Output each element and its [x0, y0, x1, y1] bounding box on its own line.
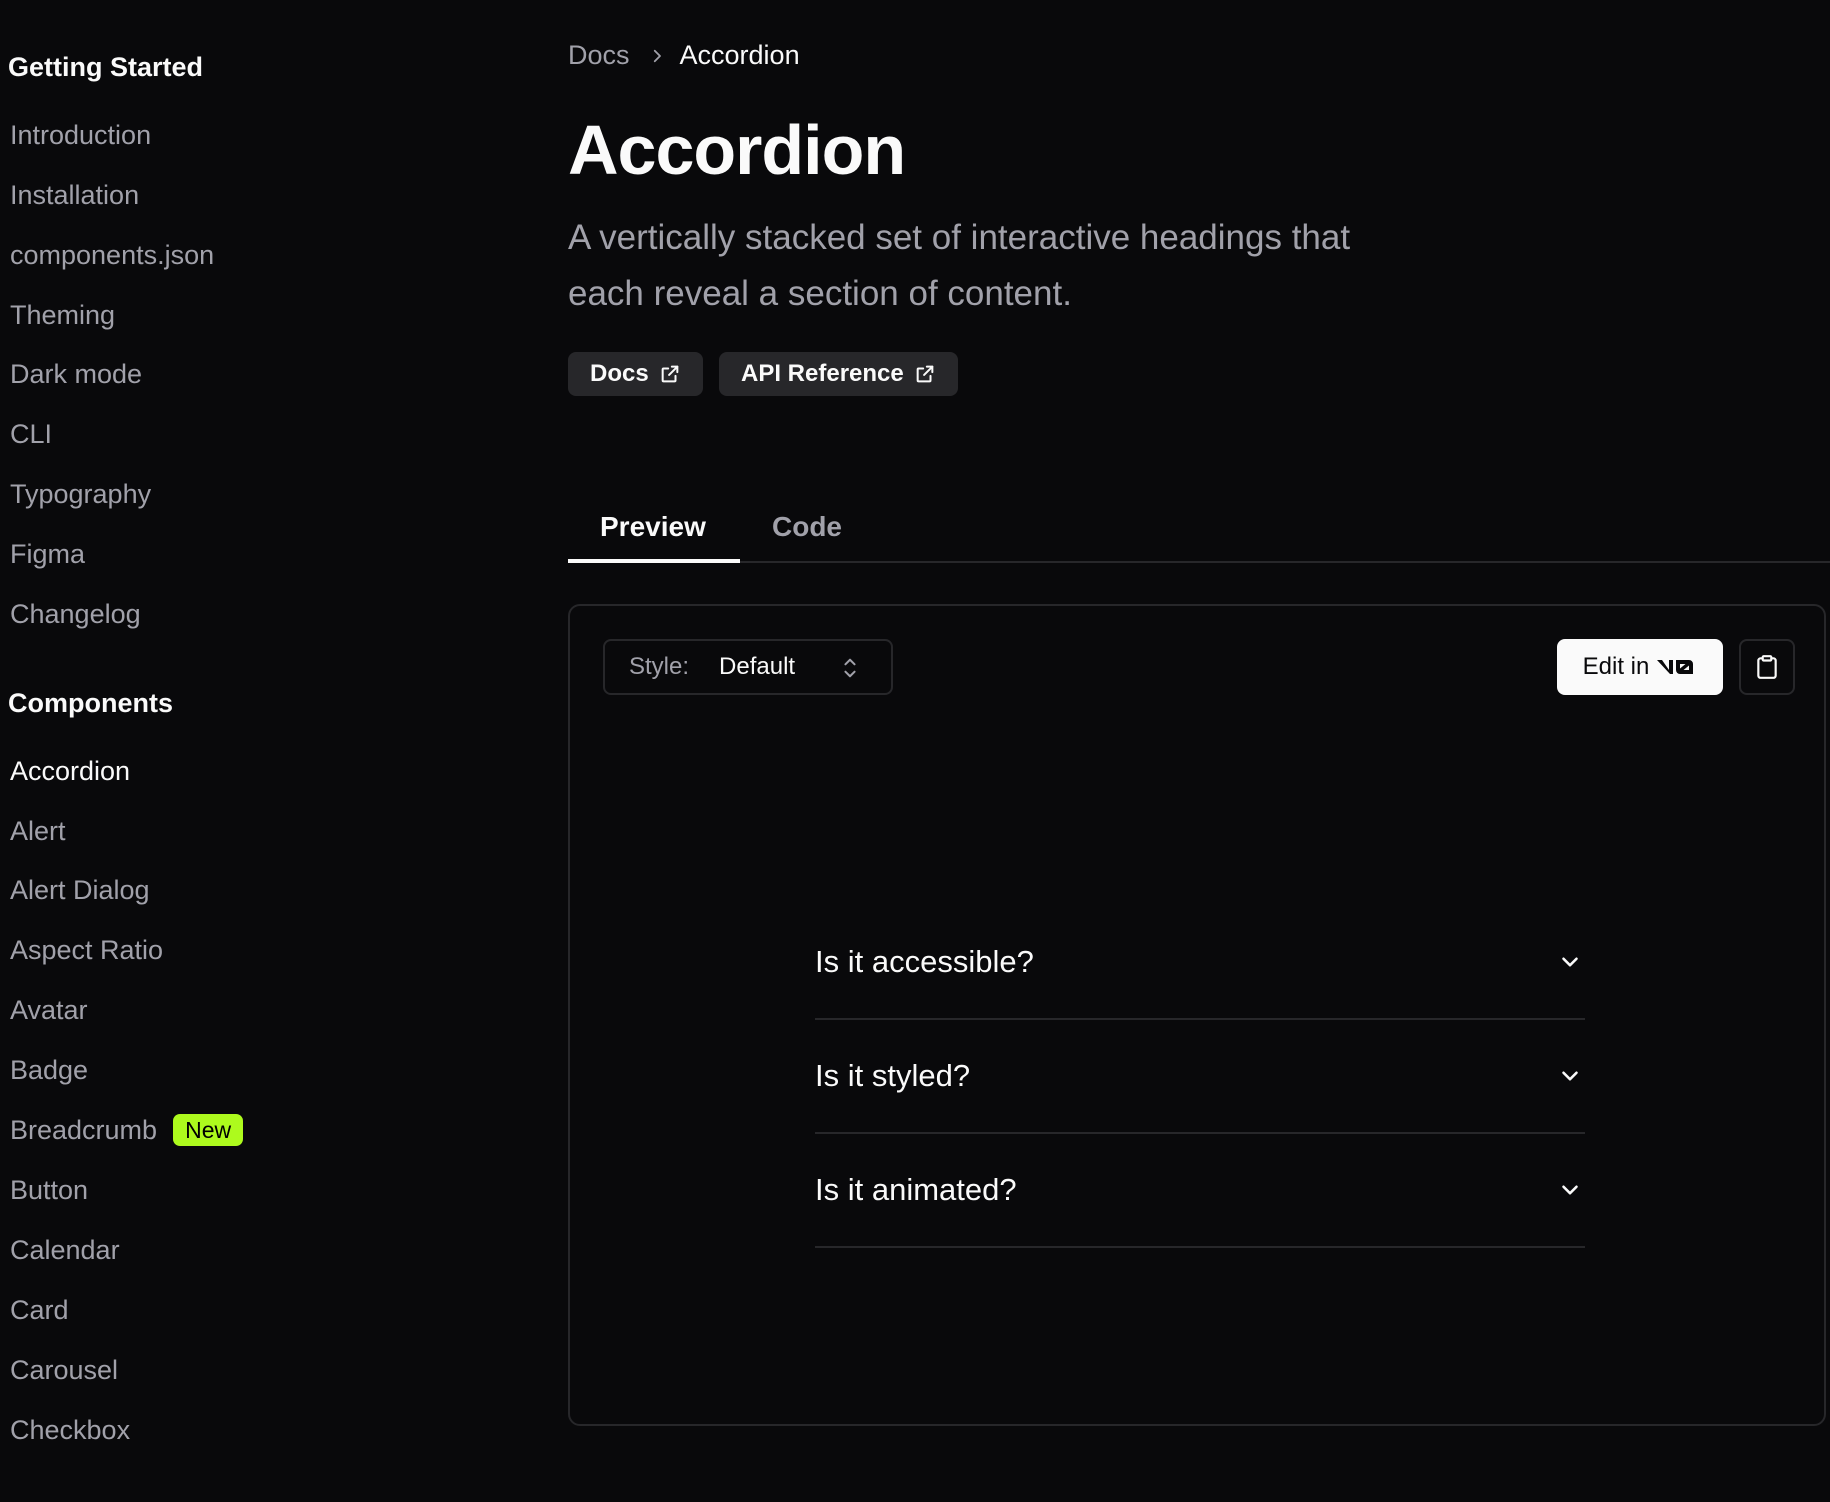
sidebar-item-dark-mode[interactable]: Dark mode: [10, 352, 142, 396]
new-badge: New: [173, 1114, 244, 1146]
sidebar-item-theming[interactable]: Theming: [10, 293, 115, 337]
page-description: A vertically stacked set of interactive …: [568, 218, 1351, 313]
accordion-trigger-label: Is it accessible?: [815, 944, 1034, 979]
accordion: Is it accessible? Is it styled? Is it an…: [815, 906, 1585, 1248]
sidebar-item-card[interactable]: Card: [10, 1288, 69, 1332]
sidebar-item-button[interactable]: Button: [10, 1168, 88, 1212]
tab-code[interactable]: Code: [772, 490, 842, 563]
edit-in-label: Edit in: [1582, 653, 1650, 680]
docs-link-button[interactable]: Docs: [568, 352, 703, 396]
page-title: Accordion: [568, 111, 906, 189]
accordion-item[interactable]: Is it styled?: [815, 1020, 1585, 1134]
sidebar-item-typography[interactable]: Typography: [10, 472, 151, 516]
sidebar-item-alert-dialog[interactable]: Alert Dialog: [10, 868, 150, 912]
accordion-item[interactable]: Is it animated?: [815, 1134, 1585, 1248]
tab-bar: Preview Code: [568, 490, 1830, 563]
external-link-icon: [916, 365, 934, 383]
main-content: Docs Accordion Accordion A vertically st…: [568, 0, 1830, 1502]
sidebar-heading-components: Components: [8, 688, 173, 718]
external-link-icon: [661, 365, 679, 383]
sidebar-item-changelog[interactable]: Changelog: [10, 592, 141, 636]
active-tab-indicator: [568, 559, 740, 563]
accordion-item[interactable]: Is it accessible?: [815, 906, 1585, 1020]
accordion-trigger-label: Is it styled?: [815, 1058, 971, 1093]
sidebar-item-aspect-ratio[interactable]: Aspect Ratio: [10, 928, 163, 972]
chevron-down-icon: [1562, 1071, 1578, 1081]
style-select[interactable]: Style: Default: [603, 639, 893, 695]
clipboard-icon: [1757, 655, 1777, 679]
docs-link-label: Docs: [590, 360, 649, 387]
chevrons-up-down-icon: [844, 658, 856, 678]
chevron-right-icon: [653, 49, 661, 62]
sidebar: Getting Started Introduction Installatio…: [0, 0, 520, 1502]
style-select-value: Default: [719, 653, 796, 680]
sidebar-item-calendar[interactable]: Calendar: [10, 1228, 120, 1272]
sidebar-item-label: Breadcrumb: [10, 1114, 158, 1145]
breadcrumb: Docs Accordion: [568, 40, 800, 71]
sidebar-item-avatar[interactable]: Avatar: [10, 988, 88, 1032]
preview-panel: Style: Default Edit in Is it accessible?…: [568, 604, 1826, 1426]
api-reference-link-button[interactable]: API Reference: [719, 352, 958, 396]
chevron-down-icon: [1562, 1185, 1578, 1195]
sidebar-item-badge[interactable]: Badge: [10, 1048, 88, 1092]
style-select-label: Style:: [629, 653, 690, 680]
sidebar-item-accordion[interactable]: Accordion: [10, 749, 130, 793]
v0-logo-icon: [1657, 660, 1694, 674]
sidebar-item-breadcrumb[interactable]: Breadcrumb New: [10, 1108, 244, 1152]
sidebar-item-figma[interactable]: Figma: [10, 532, 85, 576]
sidebar-item-installation[interactable]: Installation: [10, 173, 139, 217]
api-reference-link-label: API Reference: [741, 360, 904, 387]
sidebar-item-alert[interactable]: Alert: [10, 809, 66, 853]
breadcrumb-docs-link[interactable]: Docs: [568, 40, 630, 71]
edit-in-v0-button[interactable]: Edit in: [1557, 639, 1723, 695]
sidebar-item-components-json[interactable]: components.json: [10, 233, 214, 277]
sidebar-item-checkbox[interactable]: Checkbox: [10, 1408, 130, 1452]
sidebar-item-introduction[interactable]: Introduction: [10, 113, 151, 157]
sidebar-heading-getting-started: Getting Started: [8, 52, 204, 82]
chevron-down-icon: [1562, 957, 1578, 967]
sidebar-item-carousel[interactable]: Carousel: [10, 1348, 118, 1392]
accordion-trigger-label: Is it animated?: [815, 1172, 1017, 1207]
sidebar-item-cli[interactable]: CLI: [10, 412, 52, 456]
copy-button[interactable]: [1739, 639, 1795, 695]
breadcrumb-current: Accordion: [679, 40, 800, 70]
tab-preview[interactable]: Preview: [600, 490, 706, 563]
